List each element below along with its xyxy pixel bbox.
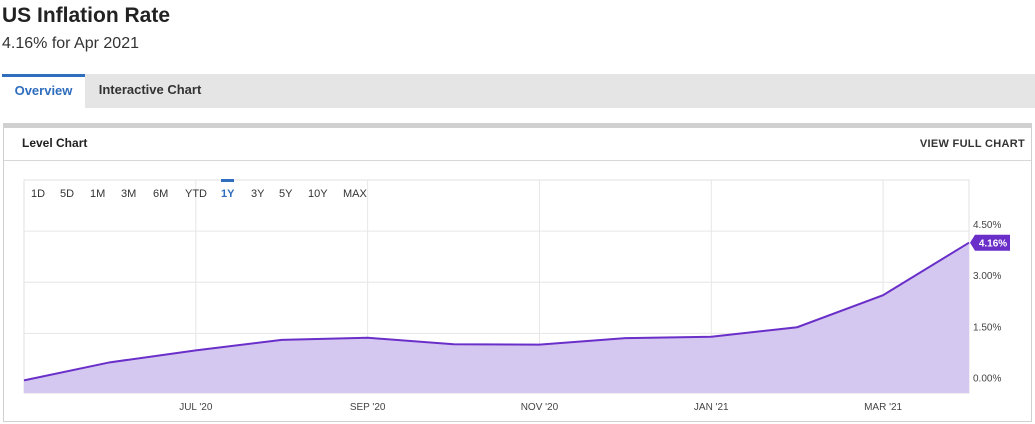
range-ytd-button[interactable]: YTD — [185, 188, 207, 200]
range-5y-button[interactable]: 5Y — [279, 188, 292, 200]
range-10y-button[interactable]: 10Y — [308, 188, 328, 200]
chart: 0.00% 1.50% 3.00% 4.50% JUL '20 SEP '20 NOV '2… — [23, 179, 1010, 413]
data-point — [109, 362, 110, 363]
data-point — [24, 380, 25, 381]
data-point — [367, 337, 368, 338]
data-point — [539, 344, 540, 345]
range-max-button[interactable]: MAX — [343, 188, 367, 200]
range-1d-button[interactable]: 1D — [31, 188, 45, 200]
last-value-label: 4.16% — [979, 239, 1007, 250]
range-active-indicator — [221, 179, 234, 182]
data-point — [711, 336, 712, 337]
x-tick-label: JAN '21 — [694, 402, 729, 413]
range-3y-button[interactable]: 3Y — [251, 188, 264, 200]
range-1m-button[interactable]: 1M — [90, 188, 105, 200]
y-tick-label: 1.50% — [973, 322, 1001, 333]
x-tick-label: NOV '20 — [521, 402, 559, 413]
y-tick-label: 4.50% — [973, 220, 1001, 231]
data-point — [195, 350, 196, 351]
series-area — [24, 242, 969, 393]
data-point — [453, 344, 454, 345]
range-3m-button[interactable]: 3M — [121, 188, 136, 200]
data-point — [969, 242, 970, 243]
x-tick-label: MAR '21 — [864, 402, 902, 413]
data-point — [625, 338, 626, 339]
range-1y-button[interactable]: 1Y — [221, 188, 234, 200]
data-point — [883, 295, 884, 296]
x-tick-label: JUL '20 — [179, 402, 213, 413]
data-point — [281, 339, 282, 340]
range-6m-button[interactable]: 6M — [153, 188, 168, 200]
x-tick-label: SEP '20 — [350, 402, 386, 413]
y-tick-label: 0.00% — [973, 373, 1001, 384]
data-point — [797, 327, 798, 328]
range-5d-button[interactable]: 5D — [60, 188, 74, 200]
y-tick-label: 3.00% — [973, 271, 1001, 282]
